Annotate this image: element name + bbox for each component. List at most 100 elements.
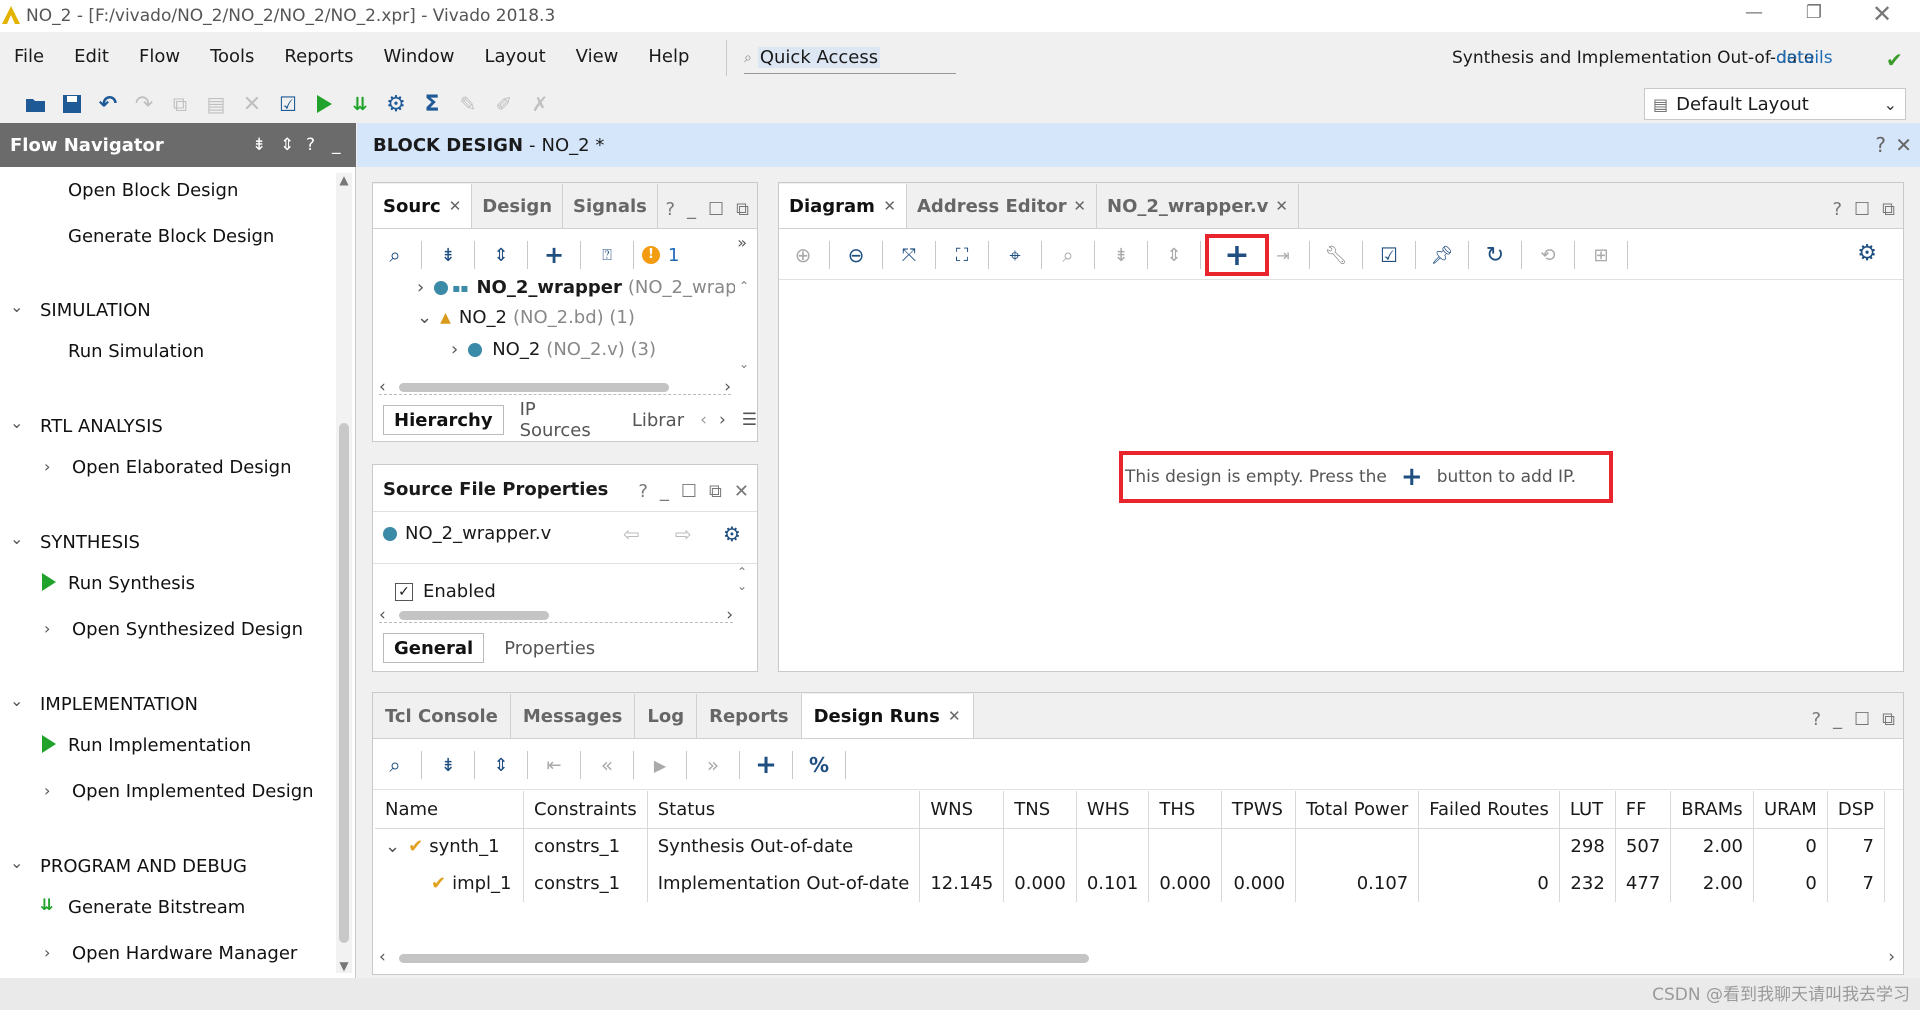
tab-diagram[interactable]: Diagram ✕ (779, 184, 907, 228)
column-header[interactable]: Constraints (523, 791, 648, 829)
open-block-design[interactable]: Open Block Design (68, 180, 238, 201)
scroll-down-icon[interactable]: ▼ (336, 959, 352, 973)
tab-reports[interactable]: Reports (697, 694, 802, 738)
open-implemented-design[interactable]: Open Implemented Design (72, 781, 314, 802)
float-icon[interactable]: ⧉ (709, 481, 722, 502)
scroll-right-icon[interactable]: › (726, 605, 733, 625)
chevron-down-icon[interactable]: ⌄ (10, 529, 23, 548)
warning-indicator[interactable]: ! 1 (642, 245, 679, 266)
float-icon[interactable]: ⧉ (1882, 709, 1895, 730)
chevron-double-right-icon[interactable]: » (737, 233, 747, 252)
column-header[interactable]: Name (375, 791, 525, 829)
settings-gear-icon[interactable]: ⚙ (378, 86, 414, 122)
undo-icon[interactable]: ↶ (90, 86, 126, 122)
column-header[interactable]: FF (1615, 791, 1672, 829)
percent-icon[interactable]: % (801, 747, 837, 783)
column-header[interactable]: URAM (1753, 791, 1828, 829)
scroll-left-icon[interactable]: ‹ (379, 605, 386, 625)
add-icon[interactable]: + (748, 747, 784, 783)
chevron-down-icon[interactable]: ⌄ (10, 853, 23, 872)
tab-wrapper-file[interactable]: NO_2_wrapper.v ✕ (1097, 184, 1299, 228)
rtl-analysis-header[interactable]: RTL ANALYSIS (40, 416, 163, 437)
chevron-right-icon[interactable]: › (451, 339, 458, 360)
column-header[interactable]: WHS (1076, 791, 1150, 829)
scroll-up-icon[interactable]: ⌃ (739, 279, 753, 293)
save-icon[interactable] (54, 86, 90, 122)
subtab-ip-sources[interactable]: IP Sources (510, 399, 616, 441)
tab-sources[interactable]: Sourc ✕ (373, 184, 473, 228)
float-icon[interactable]: ⧉ (736, 199, 749, 220)
settings-gear-icon[interactable]: ⚙ (723, 522, 741, 546)
properties-hscrollbar[interactable]: ‹ › (379, 605, 733, 625)
menu-window[interactable]: Window (383, 46, 454, 67)
minimize-button[interactable]: — (1734, 2, 1774, 30)
menu-tools[interactable]: Tools (210, 46, 254, 67)
menu-layout[interactable]: Layout (484, 46, 545, 67)
program-debug-header[interactable]: PROGRAM AND DEBUG (40, 856, 247, 877)
scrollbar-thumb[interactable] (399, 383, 669, 392)
menu-view[interactable]: View (576, 46, 619, 67)
table-row[interactable]: ✔ impl_1 constrs_1 Implementation Out-of-… (375, 865, 1885, 902)
search-icon[interactable]: ⌕ (377, 747, 413, 783)
minimize-icon[interactable]: _ (687, 199, 696, 220)
chevron-right-icon[interactable]: › (44, 457, 50, 476)
close-button[interactable]: ✕ (1862, 0, 1902, 28)
chevron-down-icon[interactable]: ⌄ (10, 297, 23, 316)
minimize-icon[interactable]: _ (1833, 709, 1842, 730)
details-link[interactable]: details (1776, 48, 1833, 68)
properties-vscrollbar[interactable]: ⌃ ⌄ (737, 565, 751, 609)
menu-file[interactable]: File (14, 46, 44, 67)
chevron-right-icon[interactable]: › (44, 619, 50, 638)
scroll-right-icon[interactable]: › (724, 377, 731, 397)
scroll-left-icon[interactable]: ‹ (379, 377, 386, 397)
close-icon[interactable]: ✕ (1895, 133, 1912, 157)
run-synthesis[interactable]: Run Synthesis (68, 573, 195, 594)
subtab-general[interactable]: General (383, 633, 485, 663)
open-project-icon[interactable] (18, 86, 54, 122)
zoom-area-icon[interactable]: ⛶ (944, 237, 980, 273)
menu-reports[interactable]: Reports (284, 46, 353, 67)
help-icon[interactable]: ? (1811, 709, 1821, 730)
scrollbar-thumb[interactable] (339, 423, 349, 943)
tab-log[interactable]: Log (635, 694, 698, 738)
maximize-icon[interactable]: ☐ (1854, 709, 1870, 730)
scrollbar-thumb[interactable] (399, 611, 549, 620)
chevron-down-icon[interactable]: ⌄ (10, 413, 23, 432)
expand-all-icon[interactable]: ⇕ (483, 237, 519, 273)
chevron-down-icon[interactable]: ⌄ (10, 691, 23, 710)
table-row[interactable]: ⌄ ✔ synth_1 constrs_1 Synthesis Out-of-dat… (375, 828, 1885, 865)
chevron-right-icon[interactable]: › (44, 781, 50, 800)
column-header[interactable]: TPWS (1221, 791, 1297, 829)
tab-address-editor[interactable]: Address Editor ✕ (907, 184, 1097, 228)
close-icon[interactable]: ✕ (734, 481, 749, 502)
simulation-header[interactable]: SIMULATION (40, 300, 151, 321)
generate-bitstream[interactable]: Generate Bitstream (68, 897, 245, 918)
column-header[interactable]: BRAMs (1670, 791, 1754, 829)
synthesis-header[interactable]: SYNTHESIS (40, 532, 140, 553)
open-elaborated-design[interactable]: Open Elaborated Design (72, 457, 292, 478)
column-header[interactable]: Status (647, 791, 921, 829)
refresh-icon[interactable]: ↻ (1477, 237, 1513, 273)
scroll-down-icon[interactable]: ⌄ (737, 579, 751, 593)
generate-block-design[interactable]: Generate Block Design (68, 226, 274, 247)
chevron-left-icon[interactable]: ‹ (700, 410, 707, 430)
tab-design[interactable]: Design (472, 184, 564, 228)
menu-flow[interactable]: Flow (139, 46, 180, 67)
subtab-hierarchy[interactable]: Hierarchy (383, 405, 504, 435)
expand-all-icon[interactable]: ⇕ (280, 135, 294, 155)
column-header[interactable]: LUT (1559, 791, 1616, 829)
collapse-all-icon[interactable]: ⇟ (252, 135, 266, 155)
bitstream-icon[interactable]: ⇊ (342, 86, 378, 122)
subtab-libraries[interactable]: Librar (622, 405, 694, 435)
flow-nav-scrollbar[interactable]: ▲ ▼ (336, 173, 352, 973)
chevron-down-icon[interactable]: ⌄ (385, 836, 400, 857)
add-icon[interactable]: + (536, 237, 572, 273)
scroll-right-icon[interactable]: › (1888, 947, 1895, 967)
maximize-icon[interactable]: ☐ (1854, 199, 1870, 220)
subtab-properties[interactable]: Properties (494, 633, 605, 663)
close-icon[interactable]: ✕ (1275, 197, 1288, 215)
menu-icon[interactable]: ☰ (742, 410, 757, 430)
tab-tcl-console[interactable]: Tcl Console (373, 694, 511, 738)
run-simulation[interactable]: Run Simulation (68, 341, 204, 362)
chevron-down-icon[interactable]: ⌄ (417, 307, 432, 328)
